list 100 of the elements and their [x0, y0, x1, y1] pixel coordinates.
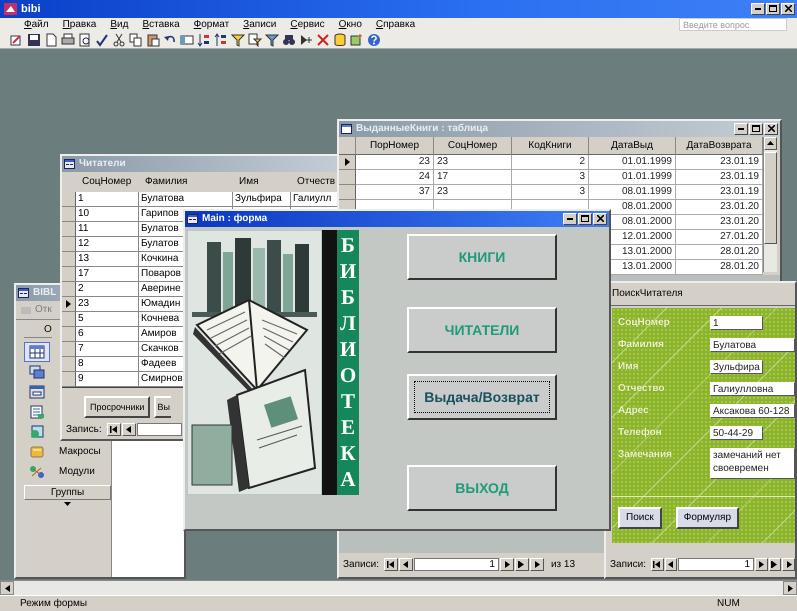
- scroll-left-button[interactable]: [0, 581, 14, 596]
- form-button[interactable]: Поиск: [618, 506, 662, 529]
- table-cell: 01.01.1999: [589, 154, 676, 170]
- sort-down-icon[interactable]: [214, 32, 228, 47]
- menu-item[interactable]: Правка: [56, 19, 102, 30]
- copy-icon[interactable]: [129, 32, 143, 47]
- close-button[interactable]: [593, 212, 607, 225]
- menu-item[interactable]: Файл: [18, 19, 55, 30]
- text-field[interactable]: 1: [710, 316, 762, 329]
- record-number-field[interactable]: 1: [414, 558, 499, 572]
- print-icon[interactable]: [61, 32, 75, 47]
- menu-item[interactable]: Вставка: [136, 19, 186, 30]
- document-icon[interactable]: [44, 32, 58, 47]
- menu-item[interactable]: Записи: [237, 19, 282, 30]
- object-type-item[interactable]: [24, 342, 50, 362]
- minimize-icon: [755, 8, 761, 10]
- next-record-button[interactable]: [755, 558, 768, 572]
- help-question-field[interactable]: Введите вопрос: [679, 18, 787, 32]
- table-cell: 23.01.20: [676, 200, 763, 215]
- table-cell: 12: [76, 236, 139, 252]
- previous-record-button[interactable]: [664, 558, 678, 572]
- object-type-item[interactable]: Модули: [24, 462, 100, 482]
- record-number-field[interactable]: 1: [678, 558, 754, 572]
- menu-item[interactable]: Формат: [188, 19, 236, 30]
- text-field[interactable]: Булатова: [710, 338, 794, 351]
- filter-icon[interactable]: [231, 32, 245, 47]
- maximize-button[interactable]: [766, 2, 780, 15]
- new-record-button[interactable]: [530, 558, 544, 572]
- previous-record-button[interactable]: [122, 423, 136, 436]
- first-record-button[interactable]: [650, 558, 664, 572]
- minimize-button[interactable]: [751, 2, 765, 15]
- previous-record-button[interactable]: [398, 558, 413, 572]
- menu-item[interactable]: Справка: [370, 19, 422, 30]
- paste-icon[interactable]: [146, 32, 160, 47]
- scroll-up-button[interactable]: [764, 136, 777, 150]
- form-icon: [29, 384, 45, 399]
- last-record-button[interactable]: [514, 558, 529, 572]
- menu-item[interactable]: Сервис: [284, 19, 331, 30]
- save-icon[interactable]: [27, 32, 41, 47]
- new-object-icon[interactable]: [350, 32, 364, 47]
- column-header[interactable]: СоцНомер: [434, 136, 512, 155]
- close-icon: [768, 125, 774, 132]
- window-title: BIBL: [33, 287, 56, 298]
- field-label: Отчество: [617, 382, 666, 395]
- groups-button[interactable]: Группы: [24, 484, 111, 500]
- maximize-button[interactable]: [749, 122, 763, 135]
- column-header[interactable]: ПорНомер: [356, 136, 434, 155]
- record-icon[interactable]: [180, 32, 194, 47]
- delete-row-icon[interactable]: [316, 32, 330, 47]
- funnel-icon[interactable]: [265, 32, 279, 47]
- object-type-item[interactable]: Макросы: [24, 442, 106, 462]
- status-indicator: NUM: [717, 598, 741, 610]
- row-selector[interactable]: [339, 154, 356, 170]
- horizontal-scrollbar[interactable]: [0, 580, 797, 596]
- scroll-right-button[interactable]: [783, 581, 797, 596]
- close-button[interactable]: [781, 2, 795, 15]
- text-field[interactable]: 50-44-29: [710, 426, 762, 439]
- database-icon[interactable]: [333, 32, 347, 47]
- table-cell: 2: [512, 154, 589, 170]
- new-record-icon: [532, 561, 541, 568]
- vertical-scrollbar[interactable]: [763, 136, 777, 272]
- form-button[interactable]: Формуляр: [676, 506, 740, 529]
- last-record-button[interactable]: [768, 558, 782, 572]
- first-record-button[interactable]: [384, 558, 398, 572]
- column-header[interactable]: ДатаВозврата: [676, 136, 763, 155]
- new-row-icon[interactable]: [299, 32, 313, 47]
- new-record-button[interactable]: [782, 558, 795, 572]
- minimize-button[interactable]: [734, 122, 748, 135]
- menu-item[interactable]: Окно: [332, 19, 368, 30]
- maximize-button[interactable]: [578, 212, 592, 225]
- column-header[interactable]: ДатаВыд: [589, 136, 676, 155]
- form-filter-icon[interactable]: [248, 32, 262, 47]
- sort-icon[interactable]: [197, 32, 211, 47]
- form-button[interactable]: Просрочники: [84, 396, 150, 418]
- preview-icon[interactable]: [78, 32, 92, 47]
- menu-button[interactable]: Выдача/Возврат: [407, 374, 557, 420]
- row-selector[interactable]: [62, 296, 76, 312]
- first-record-icon: [386, 561, 395, 568]
- left-arrow-icon: [4, 584, 10, 592]
- table-cell: 28.01.20: [676, 244, 763, 260]
- text-field[interactable]: Зульфира: [710, 360, 762, 373]
- text-field[interactable]: Галиулловна: [710, 382, 794, 395]
- table-cell: 13: [76, 252, 139, 267]
- form-button[interactable]: Вы: [154, 396, 171, 418]
- first-record-button[interactable]: [106, 423, 121, 436]
- text-field[interactable]: замечаний нет своевремен: [710, 448, 794, 478]
- spelling-icon[interactable]: [95, 32, 109, 47]
- menu-item[interactable]: Вид: [104, 19, 134, 30]
- cut-icon[interactable]: [112, 32, 126, 47]
- close-button[interactable]: [764, 122, 778, 135]
- select-all-button[interactable]: [339, 136, 356, 155]
- text-field[interactable]: Аксакова 60-128: [710, 404, 794, 417]
- minimize-button[interactable]: [563, 212, 577, 225]
- record-label: Записи:: [610, 559, 646, 570]
- record-number-field[interactable]: [136, 423, 182, 436]
- help-icon[interactable]: [367, 32, 381, 47]
- next-record-icon: [757, 561, 766, 568]
- column-header[interactable]: КодКниги: [512, 136, 589, 155]
- next-record-button[interactable]: [500, 558, 514, 572]
- binoculars-icon[interactable]: [282, 32, 296, 47]
